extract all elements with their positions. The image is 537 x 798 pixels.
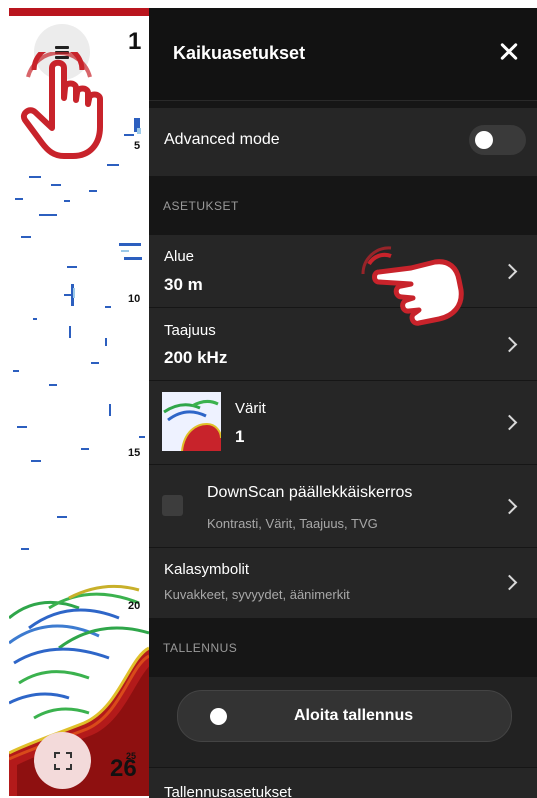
tap-hand-icon — [21, 52, 103, 159]
frequency-value: 200 kHz — [164, 348, 228, 367]
recording-settings-label: Tallennusasetukset — [164, 784, 292, 798]
depth-mark-10: 10 — [128, 293, 141, 305]
depth-mark-20: 20 — [128, 600, 141, 612]
range-label: Alue — [164, 248, 195, 265]
start-recording-button[interactable]: Aloita tallennus — [177, 690, 512, 742]
settings-section-label: ASETUKSET — [163, 199, 239, 213]
color-palette-thumbnail — [162, 392, 221, 451]
frequency-row[interactable]: Taajuus 200 kHz — [149, 308, 537, 381]
toggle-knob — [475, 131, 493, 149]
panel-title: Kaikuasetukset — [173, 43, 306, 63]
recording-section-label: TALLENNUS — [163, 641, 238, 655]
fish-symbols-row[interactable]: Kalasymbolit Kuvakkeet, syvyydet, äänime… — [149, 548, 537, 619]
panel-header: Kaikuasetukset — [149, 8, 537, 101]
range-row[interactable]: Alue 30 m — [149, 235, 537, 308]
range-value: 30 m — [164, 275, 203, 294]
depth-mark-5: 5 — [134, 140, 141, 152]
advanced-mode-row[interactable]: Advanced mode — [149, 108, 537, 177]
screen: 1 5 10 15 20 25 26 Kaikuasetukset Advanc… — [0, 0, 537, 798]
chevron-right-icon — [501, 263, 518, 280]
advanced-mode-toggle[interactable] — [469, 125, 526, 155]
recording-settings-row[interactable]: Tallennusasetukset — [149, 768, 537, 798]
chevron-right-icon — [501, 498, 518, 515]
colors-row[interactable]: Värit 1 — [149, 381, 537, 465]
fish-symbols-label: Kalasymbolit — [164, 561, 250, 578]
chevron-right-icon — [501, 336, 518, 353]
colors-label: Värit — [235, 400, 266, 417]
chevron-right-icon — [501, 414, 518, 431]
start-recording-label: Aloita tallennus — [294, 707, 414, 724]
settings-section-header: ASETUKSET — [149, 177, 537, 235]
downscan-label: DownScan päällekkäiskerros — [207, 484, 413, 501]
fish-symbols-sublabel: Kuvakkeet, syvyydet, äänimerkit — [164, 587, 350, 602]
frequency-label: Taajuus — [164, 322, 216, 339]
tap-hand-icon — [361, 246, 464, 326]
colors-value: 1 — [235, 427, 245, 446]
downscan-checkbox[interactable] — [162, 495, 183, 516]
chevron-right-icon — [501, 574, 518, 591]
expand-button[interactable] — [34, 732, 91, 789]
recording-section-header: TALLENNUS — [149, 619, 537, 677]
close-icon[interactable] — [495, 38, 523, 66]
sonar-settings-panel: Kaikuasetukset Advanced mode ASETUKSET A… — [149, 8, 537, 798]
downscan-sublabel: Kontrasti, Värit, Taajuus, TVG — [207, 516, 378, 531]
depth-mark-15: 15 — [128, 447, 141, 459]
bottom-depth-readout: 26 — [110, 755, 137, 782]
advanced-mode-label: Advanced mode — [164, 131, 280, 148]
record-dot-icon — [210, 708, 227, 725]
downscan-row[interactable]: DownScan päällekkäiskerros Kontrasti, Vä… — [149, 465, 537, 548]
expand-icon — [53, 751, 72, 770]
depth-top-readout: 1 — [128, 28, 142, 55]
